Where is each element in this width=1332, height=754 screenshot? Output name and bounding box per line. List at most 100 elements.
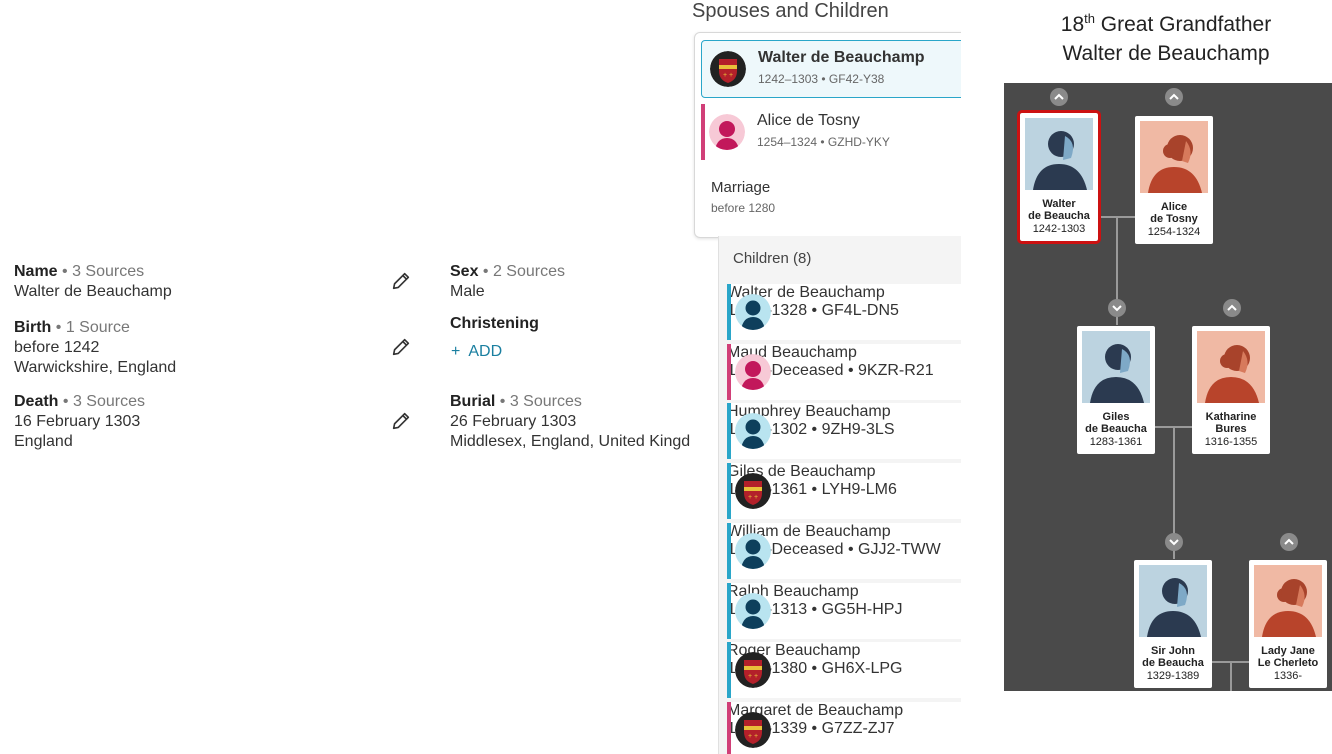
child-stripe	[727, 582, 731, 639]
death-place: England	[14, 433, 73, 450]
marriage-date: before 1280	[711, 201, 776, 215]
spouse-family-card: + + Walter de Beauchamp 1242–1303 • GF42-…	[694, 32, 961, 238]
family-panel: Spouses and Children + + Walter de Beauch…	[688, 0, 961, 754]
expand-up-chevron-icon[interactable]	[1165, 88, 1183, 106]
death-date: 16 February 1303	[14, 413, 141, 430]
female-stripe	[701, 104, 705, 160]
svg-text:+: +	[748, 673, 752, 680]
male-portrait-icon	[1025, 118, 1093, 190]
children-panel: Children (8) Walter de Beauchamp 1278–132…	[718, 236, 961, 754]
child-stripe	[727, 522, 731, 579]
tree-person-name: Katharine Bures	[1205, 411, 1257, 435]
burial-place: Middlesex, England, United Kingd	[450, 433, 690, 450]
christening-vital: Christening	[450, 314, 539, 334]
wife-name: Alice de Tosny	[757, 112, 860, 129]
wife-dates: 1254–1324 • GZHD-YKY	[757, 135, 890, 149]
edit-death-pencil-icon[interactable]	[390, 410, 412, 432]
name-vital: Name • 3 Sources Walter de Beauchamp	[14, 262, 172, 302]
tree-person-dates: 1336-	[1273, 670, 1303, 682]
tree-person-card[interactable]: Sir John de Beaucha 1329-1389	[1134, 560, 1212, 688]
female-portrait-icon	[1254, 565, 1322, 637]
name-sources[interactable]: • 3 Sources	[58, 263, 144, 280]
tree-person-dates: 1254-1324	[1147, 226, 1201, 238]
husband-row[interactable]: + + Walter de Beauchamp 1242–1303 • GF42-…	[701, 40, 961, 98]
descent-line	[1230, 662, 1232, 691]
generation-suffix: th	[1084, 11, 1095, 26]
burial-sources[interactable]: • 3 Sources	[495, 393, 582, 410]
tree-person-card[interactable]: Alice de Tosny 1254-1324	[1135, 116, 1213, 244]
sex-vital: Sex • 2 Sources Male	[450, 262, 565, 302]
tree-person-dates: 1329-1389	[1146, 670, 1200, 682]
edit-birth-pencil-icon[interactable]	[390, 336, 412, 358]
marriage-label: Marriage	[711, 179, 771, 196]
sex-label: Sex	[450, 263, 479, 280]
svg-text:+: +	[748, 733, 752, 740]
tree-person-card[interactable]: Walter de Beaucha 1242-1303	[1017, 110, 1101, 244]
svg-text:+: +	[754, 733, 758, 740]
tree-person-card[interactable]: Katharine Bures 1316-1355	[1192, 326, 1270, 454]
female-avatar-icon	[735, 353, 771, 390]
death-vital: Death • 3 Sources 16 February 1303 Engla…	[14, 392, 145, 452]
svg-text:+: +	[723, 72, 727, 79]
female-portrait-icon	[1140, 121, 1208, 193]
expand-up-chevron-icon[interactable]	[1050, 88, 1068, 106]
tree-person-name: Lady Jane Le Cherleto	[1257, 645, 1319, 669]
female-portrait-icon	[1197, 331, 1265, 403]
death-sources[interactable]: • 3 Sources	[58, 393, 145, 410]
birth-sources[interactable]: • 1 Source	[51, 319, 130, 336]
family-tree: Walter de Beaucha 1242-1303 Alice de Tosny 12…	[1004, 83, 1332, 691]
coat-of-arms-icon: + +	[735, 473, 771, 510]
child-stripe	[727, 343, 731, 400]
child-stripe	[727, 463, 731, 520]
child-stripe	[727, 284, 731, 340]
sex-sources[interactable]: • 2 Sources	[478, 263, 565, 280]
child-row[interactable]: + + Giles de Beauchamp 1283–1361 • LYH9-LM6	[727, 463, 961, 520]
children-title: Children (8)	[733, 250, 812, 267]
generation-number: 18	[1060, 13, 1085, 36]
child-row[interactable]: Maud Beauchamp 1280–Deceased • 9KZR-R21	[727, 343, 961, 400]
tree-person-name: Alice de Tosny	[1150, 201, 1198, 225]
expand-up-chevron-icon[interactable]	[1223, 299, 1241, 317]
wife-row[interactable]: Alice de Tosny 1254–1324 • GZHD-YKY	[701, 104, 961, 160]
svg-text:+: +	[754, 494, 758, 501]
edit-name-pencil-icon[interactable]	[390, 270, 412, 292]
tree-heading: 18th Great Grandfather Walter de Beaucha…	[1000, 4, 1332, 68]
expand-down-chevron-icon[interactable]	[1108, 299, 1126, 317]
name-value: Walter de Beauchamp	[14, 283, 172, 300]
spouses-title: Spouses and Children	[692, 0, 889, 22]
ancestor-name: Walter de Beauchamp	[1062, 42, 1270, 65]
svg-text:+: +	[754, 673, 758, 680]
child-stripe	[727, 642, 731, 699]
birth-vital: Birth • 1 Source before 1242 Warwickshir…	[14, 318, 176, 378]
tree-person-card[interactable]: Lady Jane Le Cherleto 1336-	[1249, 560, 1327, 688]
tree-person-dates: 1316-1355	[1204, 436, 1258, 448]
tree-person-name: Walter de Beaucha	[1028, 198, 1090, 222]
add-christening-button[interactable]: + ADD	[451, 342, 502, 362]
burial-label: Burial	[450, 393, 496, 410]
sex-value: Male	[450, 283, 485, 300]
burial-vital: Burial • 3 Sources 26 February 1303 Midd…	[450, 392, 690, 452]
tree-person-dates: 1283-1361	[1089, 436, 1143, 448]
male-portrait-icon	[1082, 331, 1150, 403]
tree-person-dates: 1242-1303	[1032, 223, 1086, 235]
male-avatar-icon	[735, 592, 771, 629]
expand-up-chevron-icon[interactable]	[1280, 533, 1298, 551]
expand-down-chevron-icon[interactable]	[1165, 533, 1183, 551]
christening-label: Christening	[450, 315, 539, 332]
burial-date: 26 February 1303	[450, 413, 577, 430]
male-portrait-icon	[1139, 565, 1207, 637]
male-avatar-icon	[735, 532, 771, 569]
child-row[interactable]: + + Roger Beauchamp 1290–1380 • GH6X-LPG	[727, 642, 961, 699]
name-label: Name	[14, 263, 58, 280]
husband-dates: 1242–1303 • GF42-Y38	[758, 72, 885, 86]
coat-of-arms-icon: + +	[735, 711, 771, 748]
child-row[interactable]: William de Beauchamp 1285–Deceased • GJJ2…	[727, 522, 961, 579]
child-row[interactable]: Walter de Beauchamp 1278–1328 • GF4L-DN5	[727, 284, 961, 340]
child-row[interactable]: Ralph Beauchamp 1288–1313 • GG5H-HPJ	[727, 582, 961, 639]
tree-person-card[interactable]: Giles de Beaucha 1283-1361	[1077, 326, 1155, 454]
child-row[interactable]: Humphrey Beauchamp 1281–1302 • 9ZH9-3LS	[727, 403, 961, 460]
male-avatar-icon	[735, 413, 771, 450]
coat-of-arms-icon: + +	[710, 51, 746, 87]
child-row[interactable]: + + Margaret de Beauchamp 1293–1339 • G7ZZ-…	[727, 701, 961, 754]
coat-of-arms-icon: + +	[735, 652, 771, 689]
